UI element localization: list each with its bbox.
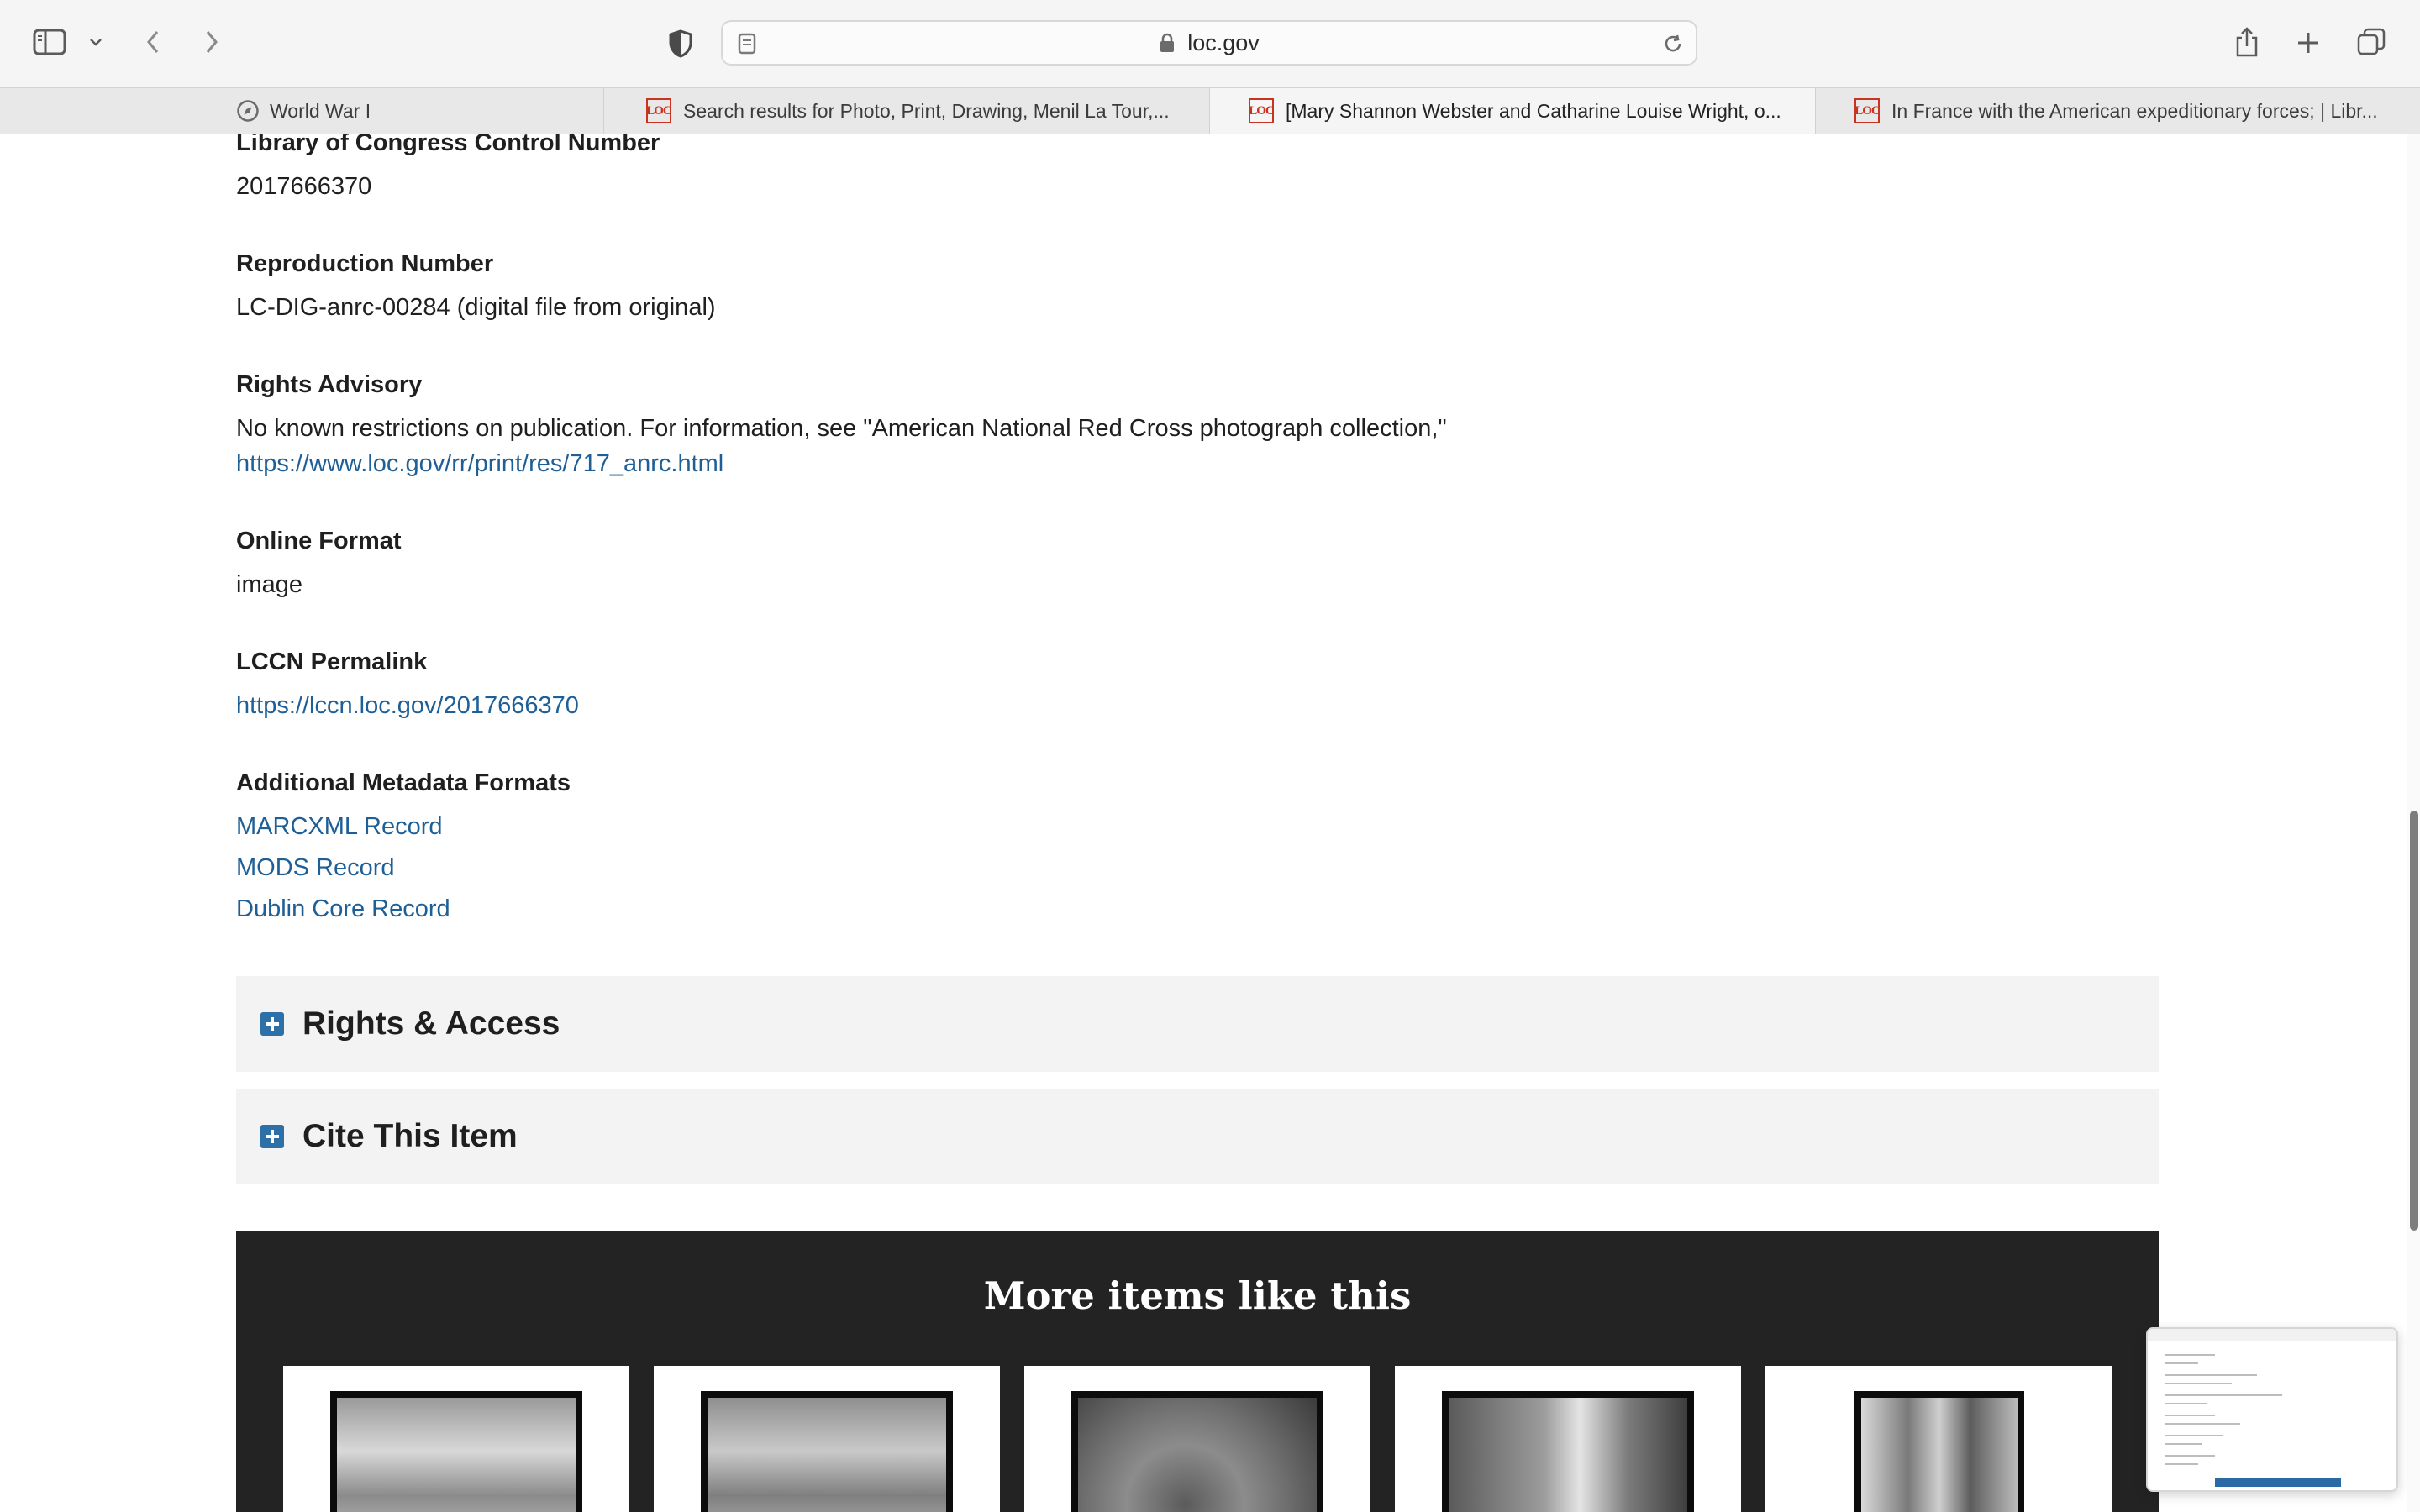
new-tab-button[interactable] [2292, 27, 2324, 59]
plus-icon [2298, 33, 2318, 53]
marcxml-record-link[interactable]: MARCXML Record [236, 813, 442, 841]
cite-this-item-accordion[interactable]: Cite This Item [236, 1089, 2159, 1184]
tab-title: Search results for Photo, Print, Drawing… [683, 99, 1170, 122]
browser-toolbar: loc.gov [0, 0, 2420, 87]
address-bar[interactable]: loc.gov [721, 20, 1697, 66]
related-item-thumbnail[interactable] [701, 1391, 953, 1512]
expand-plus-icon [260, 1012, 284, 1036]
tabs-overview-icon [2357, 28, 2386, 55]
share-button[interactable] [2232, 24, 2262, 60]
tab-title: World War I [270, 99, 371, 122]
chevron-left-icon [147, 31, 159, 53]
privacy-report-button[interactable] [664, 27, 697, 60]
expand-plus-icon [260, 1125, 284, 1148]
sidebar-icon [33, 29, 66, 55]
back-button[interactable] [139, 25, 166, 59]
related-item-card[interactable] [1024, 1366, 1370, 1512]
sidebar-menu-chevron[interactable] [86, 32, 106, 52]
related-item-card[interactable] [1765, 1366, 2112, 1512]
tab-mary-shannon-webster[interactable]: LOC [Mary Shannon Webster and Catharine … [1210, 88, 1816, 134]
lccn-permalink-link[interactable]: https://lccn.loc.gov/2017666370 [236, 692, 579, 720]
reload-icon[interactable] [1662, 33, 1684, 55]
loc-favicon: LOC [646, 98, 672, 123]
rights-advisory-text: No known restrictions on publication. Fo… [236, 415, 1447, 442]
tab-bar: World War I LOC Search results for Photo… [0, 87, 2420, 134]
tab-world-war-i[interactable]: World War I [0, 88, 604, 134]
chevron-down-icon [90, 39, 102, 46]
url-text: loc.gov [1187, 29, 1260, 55]
forward-button[interactable] [198, 25, 225, 59]
mods-record-link[interactable]: MODS Record [236, 854, 395, 882]
rights-access-accordion[interactable]: Rights & Access [236, 976, 2159, 1072]
online-format-value: image [236, 571, 302, 598]
lccn-value: 2017666370 [236, 173, 372, 200]
cite-this-item-title: Cite This Item [302, 1118, 518, 1154]
tab-title: [Mary Shannon Webster and Catharine Loui… [1286, 99, 1781, 122]
sidebar-toggle-button[interactable] [32, 27, 67, 57]
lccn-permalink-label: LCCN Permalink [236, 648, 428, 675]
rights-advisory-label: Rights Advisory [236, 371, 423, 398]
lock-icon [1160, 33, 1175, 52]
tab-in-france[interactable]: LOC In France with the American expediti… [1816, 88, 2420, 134]
related-item-thumbnail[interactable] [330, 1391, 582, 1512]
reproduction-number-label: Reproduction Number [236, 250, 494, 277]
reproduction-number-value: LC-DIG-anrc-00284 (digital file from ori… [236, 294, 716, 321]
related-item-thumbnail[interactable] [1442, 1391, 1694, 1512]
online-format-label: Online Format [236, 528, 402, 554]
tab-search-results[interactable]: LOC Search results for Photo, Print, Dra… [604, 88, 1210, 134]
related-item-card[interactable] [654, 1366, 1000, 1512]
loc-favicon: LOC [1854, 98, 1881, 123]
rights-access-title: Rights & Access [302, 1005, 560, 1042]
related-item-card[interactable] [1395, 1366, 1741, 1512]
lccn-label: Library of Congress Control Number [236, 134, 660, 156]
scrollbar-thumb[interactable] [2410, 811, 2418, 1231]
shield-icon [669, 29, 692, 58]
compass-icon [237, 100, 259, 122]
more-items-title: More items like this [983, 1273, 1412, 1318]
dublin-core-record-link[interactable]: Dublin Core Record [236, 895, 450, 923]
tab-title: In France with the American expeditionar… [1891, 99, 2378, 122]
related-item-thumbnail[interactable] [1854, 1391, 2024, 1512]
page-preview-thumbnail[interactable] [2146, 1327, 2398, 1492]
related-item-card[interactable] [283, 1366, 629, 1512]
loc-favicon: LOC [1249, 98, 1275, 123]
rights-advisory-link[interactable]: https://www.loc.gov/rr/print/res/717_anr… [236, 450, 723, 478]
address-text-wrap: loc.gov [723, 22, 1696, 64]
page-content: Library of Congress Control Number 20176… [0, 134, 2407, 1512]
more-items-section: More items like this [236, 1231, 2159, 1512]
related-item-thumbnail[interactable] [1071, 1391, 1323, 1512]
share-icon [2236, 27, 2258, 57]
tab-overview-button[interactable] [2354, 25, 2388, 59]
chevron-right-icon [206, 31, 218, 53]
metadata-formats-label: Additional Metadata Formats [236, 769, 571, 796]
page-scrollbar[interactable] [2407, 134, 2420, 1512]
